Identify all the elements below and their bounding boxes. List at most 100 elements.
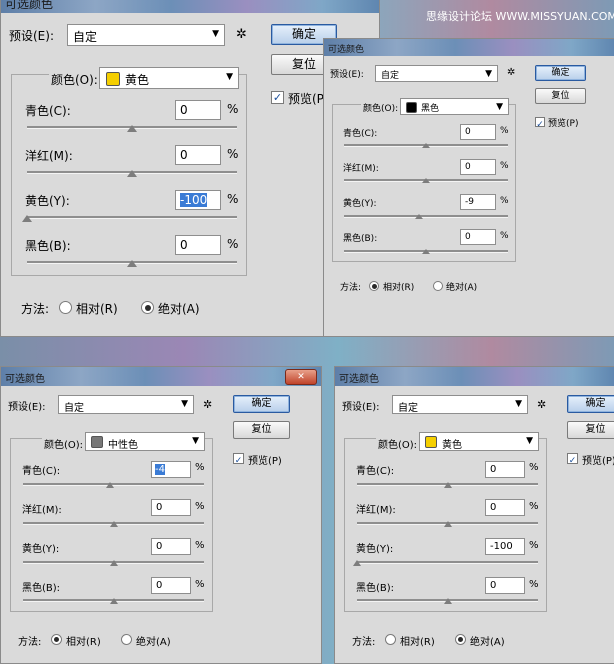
slider-thumb[interactable] (415, 214, 423, 219)
slider-thumb[interactable] (422, 249, 430, 254)
slider-value: 0 (156, 541, 163, 552)
colors-dropdown[interactable]: 黑色 ▼ (400, 98, 509, 115)
chevron-down-icon: ▼ (485, 69, 492, 79)
title-bar[interactable]: 可选颜色 (1, 0, 379, 13)
chevron-down-icon: ▼ (192, 436, 199, 446)
radio-selected-dot (458, 637, 463, 642)
preset-dropdown[interactable]: 自定 ▼ (392, 395, 528, 414)
dialog-title: 可选颜色 (5, 374, 45, 385)
ok-button[interactable]: 确定 (233, 395, 290, 413)
preset-value: 自定 (73, 30, 98, 44)
percent-label: % (227, 147, 239, 161)
reset-button-label: 复位 (291, 57, 316, 71)
slider-thumb[interactable] (22, 215, 32, 222)
slider-value-input[interactable]: 0 (151, 538, 191, 555)
reset-button-label: 复位 (551, 91, 570, 101)
preset-label: 预设(E): (342, 402, 380, 413)
reset-button[interactable]: 复位 (535, 88, 586, 104)
preview-checkbox[interactable]: ✓ (567, 453, 578, 466)
preview-checkbox[interactable]: ✓ (271, 91, 284, 104)
slider-value-input[interactable]: -100 (485, 538, 525, 555)
slider-thumb[interactable] (422, 143, 430, 148)
checkmark-icon: ✓ (568, 456, 577, 466)
relative-radio[interactable] (385, 634, 396, 645)
slider-value-input[interactable]: 0 (175, 145, 221, 165)
preset-dropdown[interactable]: 自定 ▼ (375, 65, 498, 82)
absolute-radio[interactable] (455, 634, 466, 645)
slider-value-input[interactable]: 0 (175, 100, 221, 120)
slider-thumb[interactable] (422, 178, 430, 183)
checkmark-icon: ✓ (272, 91, 283, 104)
gear-icon[interactable]: ✲ (537, 398, 546, 411)
slider-thumb[interactable] (353, 560, 361, 566)
reset-button[interactable]: 复位 (233, 421, 290, 439)
slider-thumb[interactable] (110, 521, 118, 527)
slider-value: 0 (490, 502, 497, 513)
absolute-radio[interactable] (141, 301, 154, 314)
ok-button[interactable]: 确定 (567, 395, 614, 413)
slider-value-input[interactable]: 0 (175, 235, 221, 255)
title-bar[interactable]: 可选颜色 (324, 39, 614, 56)
preset-label: 预设(E): (9, 29, 54, 43)
slider-thumb[interactable] (127, 260, 137, 267)
title-bar[interactable]: 可选颜色 ✕ (1, 367, 321, 386)
preset-dropdown[interactable]: 自定 ▼ (58, 395, 194, 414)
colors-dropdown[interactable]: 黄色 ▼ (99, 67, 239, 89)
slider-thumb[interactable] (110, 598, 118, 604)
slider-thumb[interactable] (127, 125, 137, 132)
slider-value-input[interactable]: 0 (485, 499, 525, 516)
slider-value-input[interactable]: 0 (460, 124, 496, 140)
slider-value: 0 (156, 580, 163, 591)
percent-label: % (529, 462, 539, 473)
slider-value-input[interactable]: 0 (151, 577, 191, 594)
slider-track[interactable] (27, 216, 237, 219)
slider-track[interactable] (344, 215, 508, 218)
relative-label: 相对(R) (400, 637, 435, 648)
slider-value-input[interactable]: 0 (460, 229, 496, 245)
slider-value: -100 (180, 193, 208, 207)
slider-value: 0 (180, 103, 188, 117)
slider-label: 青色(C): (22, 466, 61, 477)
reset-button[interactable]: 复位 (567, 421, 614, 439)
slider-value-input[interactable]: 0 (485, 577, 525, 594)
slider-value-input[interactable]: -9 (460, 194, 496, 210)
slider-value-input[interactable]: 0 (460, 159, 496, 175)
absolute-radio[interactable] (121, 634, 132, 645)
absolute-radio[interactable] (433, 281, 443, 291)
slider-label: 洋红(M): (356, 505, 396, 516)
slider-label: 黑色(B): (356, 583, 395, 594)
preview-checkbox[interactable]: ✓ (535, 117, 545, 130)
relative-radio[interactable] (59, 301, 72, 314)
gear-icon[interactable]: ✲ (236, 27, 247, 42)
relative-radio[interactable] (369, 281, 379, 291)
ok-button[interactable]: 确定 (535, 65, 586, 81)
gear-icon[interactable]: ✲ (507, 67, 515, 78)
close-button[interactable]: ✕ (285, 369, 317, 385)
slider-thumb[interactable] (444, 598, 452, 604)
slider-value-input[interactable]: 0 (151, 499, 191, 516)
slider-value-input[interactable]: -100 (175, 190, 221, 210)
slider-thumb[interactable] (444, 482, 452, 488)
preview-checkbox[interactable]: ✓ (233, 453, 244, 466)
slider-value-input[interactable]: -4 (151, 461, 191, 478)
slider-thumb[interactable] (444, 521, 452, 527)
slider-track[interactable] (357, 561, 538, 564)
relative-radio[interactable] (51, 634, 62, 645)
radio-selected-dot (145, 305, 151, 311)
slider-value: -4 (155, 464, 165, 475)
title-bar[interactable]: 可选颜色 (335, 367, 614, 386)
slider-thumb[interactable] (110, 560, 118, 566)
colors-dropdown[interactable]: 中性色 ▼ (85, 432, 205, 451)
slider-value: 0 (465, 162, 471, 172)
slider-value-input[interactable]: 0 (485, 461, 525, 478)
gear-icon[interactable]: ✲ (203, 398, 212, 411)
slider-thumb[interactable] (106, 482, 114, 488)
dialog-title: 可选颜色 (339, 374, 379, 385)
preset-value: 自定 (398, 403, 418, 414)
slider-thumb[interactable] (127, 170, 137, 177)
preset-dropdown[interactable]: 自定 ▼ (67, 24, 225, 46)
color-swatch (406, 102, 417, 113)
slider-label: 洋红(M): (343, 164, 379, 174)
colors-dropdown[interactable]: 黄色 ▼ (419, 432, 539, 451)
percent-label: % (195, 540, 205, 551)
